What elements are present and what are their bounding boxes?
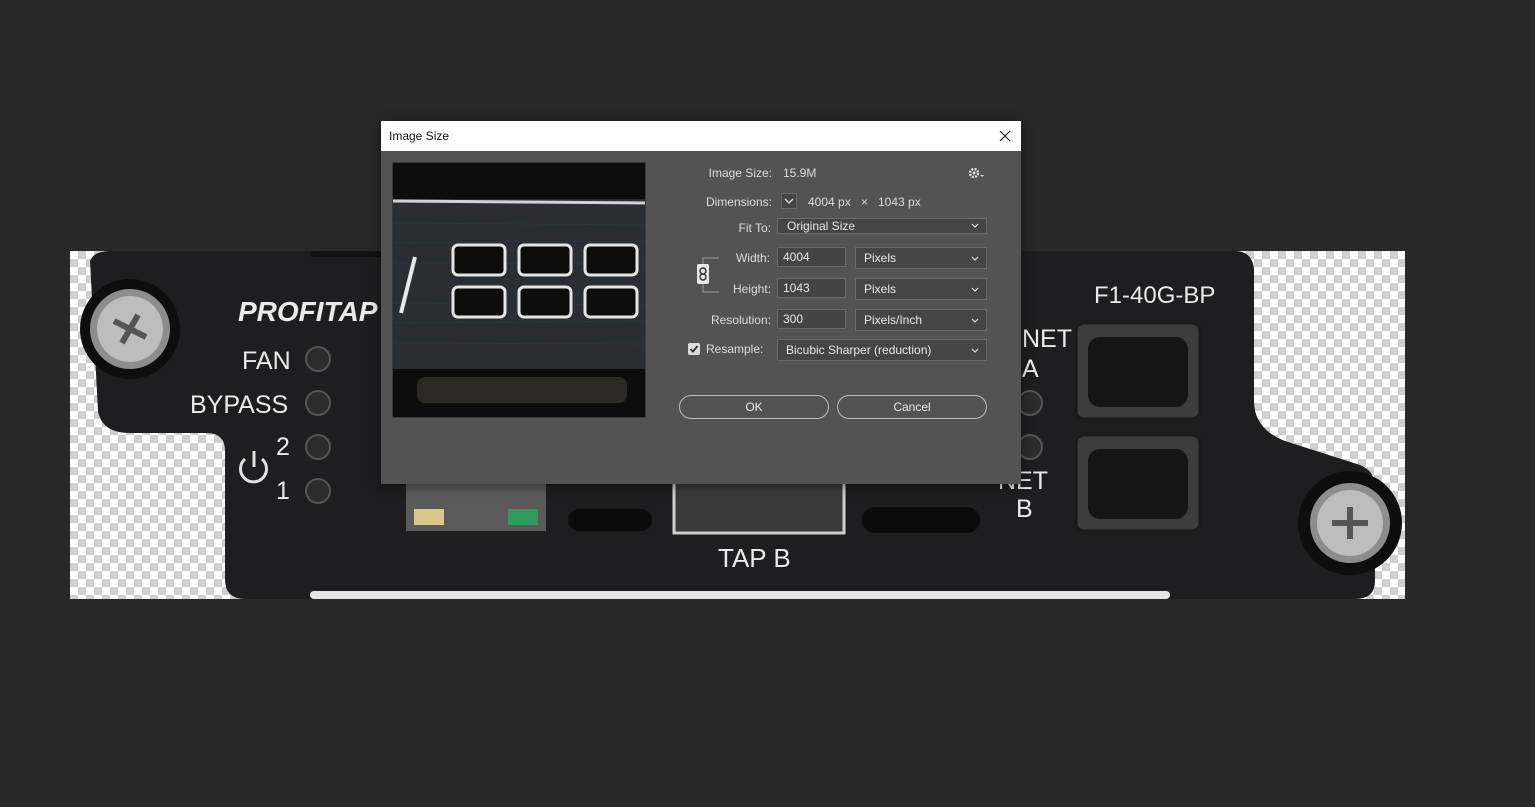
height-label: Height: bbox=[732, 282, 771, 296]
dialog-titlebar[interactable]: Image Size bbox=[381, 121, 1021, 151]
dimensions-label: Dimensions: bbox=[705, 195, 772, 209]
resample-method-value: Bicubic Sharper (reduction) bbox=[786, 343, 932, 357]
resample-label: Resample: bbox=[706, 342, 764, 356]
resolution-input[interactable] bbox=[777, 309, 846, 329]
dialog-title: Image Size bbox=[389, 129, 450, 143]
image-size-label: Image Size: bbox=[708, 166, 772, 180]
net-a-bottom-label: A bbox=[1022, 355, 1039, 383]
dimensions-times: × bbox=[861, 195, 869, 209]
fit-to-label: Fit To: bbox=[738, 221, 771, 235]
dimensions-width: 4004 px bbox=[808, 195, 851, 209]
image-size-value: 15.9M bbox=[783, 166, 817, 180]
image-preview[interactable] bbox=[392, 162, 646, 418]
net-a-top-label: NET bbox=[1022, 325, 1072, 353]
net-b-bottom-label: B bbox=[1016, 495, 1033, 523]
width-input[interactable] bbox=[777, 247, 846, 267]
dimensions-unit-toggle[interactable] bbox=[781, 193, 797, 209]
fit-to-select[interactable]: Original Size bbox=[777, 218, 987, 234]
height-unit-select[interactable]: Pixels bbox=[855, 278, 987, 300]
fan-label: FAN bbox=[242, 347, 291, 375]
checkmark-icon bbox=[689, 345, 699, 353]
model-label: F1-40G-BP bbox=[1094, 282, 1215, 309]
settings-menu-button[interactable] bbox=[968, 166, 986, 184]
resolution-label: Resolution: bbox=[710, 313, 771, 327]
fit-to-value: Original Size bbox=[787, 219, 856, 233]
led-2-label: 2 bbox=[276, 433, 290, 461]
gear-icon bbox=[968, 167, 984, 179]
chevron-down-icon bbox=[971, 256, 979, 261]
led-1-label: 1 bbox=[276, 477, 290, 505]
image-size-dialog: Image Size Image Size: 15.9M Dimensions:… bbox=[381, 121, 1021, 484]
resolution-unit-value: Pixels/Inch bbox=[864, 313, 923, 327]
chevron-down-icon bbox=[971, 223, 979, 228]
resample-method-select[interactable]: Bicubic Sharper (reduction) bbox=[777, 339, 987, 361]
tap-b-label: TAP B bbox=[718, 543, 791, 573]
resample-checkbox[interactable] bbox=[688, 343, 700, 355]
width-unit-value: Pixels bbox=[864, 251, 897, 265]
close-icon bbox=[999, 130, 1011, 142]
height-unit-value: Pixels bbox=[864, 282, 897, 296]
chevron-down-icon bbox=[784, 198, 794, 204]
chevron-down-icon bbox=[971, 287, 979, 292]
bypass-label: BYPASS bbox=[190, 391, 288, 419]
chevron-down-icon bbox=[971, 318, 979, 323]
chevron-down-icon bbox=[971, 348, 979, 353]
ok-button[interactable]: OK bbox=[679, 395, 829, 419]
dimensions-height: 1043 px bbox=[878, 195, 921, 209]
close-button[interactable] bbox=[989, 121, 1021, 151]
brand-text: PROFITAP bbox=[238, 296, 378, 327]
height-input[interactable] bbox=[777, 278, 846, 298]
cancel-button[interactable]: Cancel bbox=[837, 395, 987, 419]
width-unit-select[interactable]: Pixels bbox=[855, 247, 987, 269]
preview-image bbox=[393, 163, 645, 417]
constrain-proportions-toggle[interactable] bbox=[697, 264, 709, 284]
link-icon bbox=[699, 267, 707, 281]
width-label: Width: bbox=[735, 251, 770, 265]
resolution-unit-select[interactable]: Pixels/Inch bbox=[855, 309, 987, 331]
